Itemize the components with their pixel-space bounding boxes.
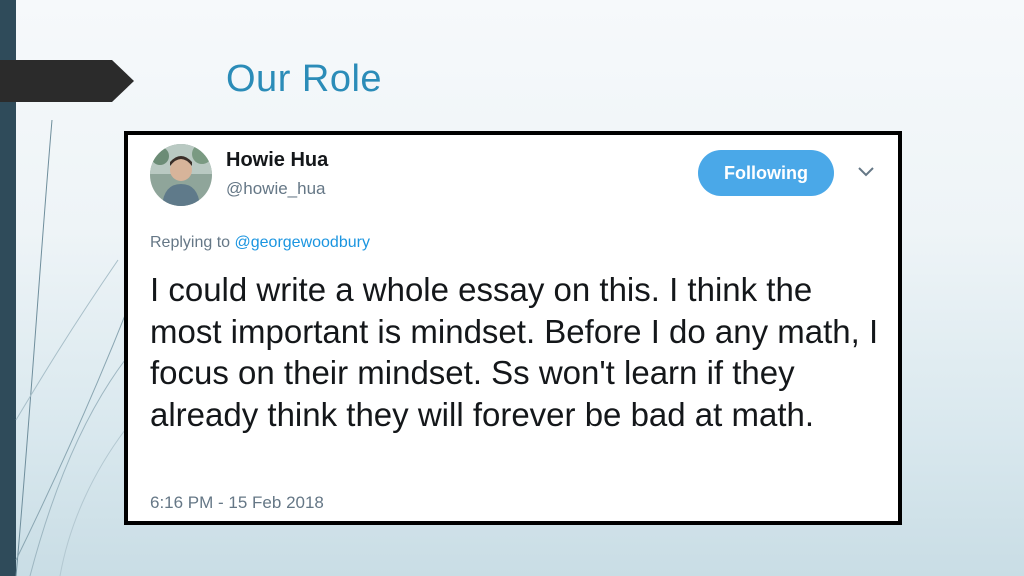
replying-prefix: Replying to — [150, 234, 235, 251]
tweet-card: Howie Hua @howie_hua Following Replying … — [124, 131, 902, 525]
following-button[interactable]: Following — [698, 150, 834, 196]
chevron-down-icon[interactable] — [856, 165, 876, 179]
reply-mention-link[interactable]: @georgewoodbury — [235, 234, 370, 251]
tweet-timestamp[interactable]: 6:16 PM - 15 Feb 2018 — [150, 493, 324, 513]
tweet-text: I could write a whole essay on this. I t… — [150, 271, 879, 433]
replying-to-line: Replying to @georgewoodbury — [150, 234, 370, 252]
avatar[interactable] — [150, 144, 212, 206]
title-arrow-tab — [0, 60, 134, 102]
author-handle[interactable]: @howie_hua — [226, 179, 326, 199]
author-name[interactable]: Howie Hua — [226, 149, 328, 172]
slide-title: Our Role — [226, 58, 383, 100]
